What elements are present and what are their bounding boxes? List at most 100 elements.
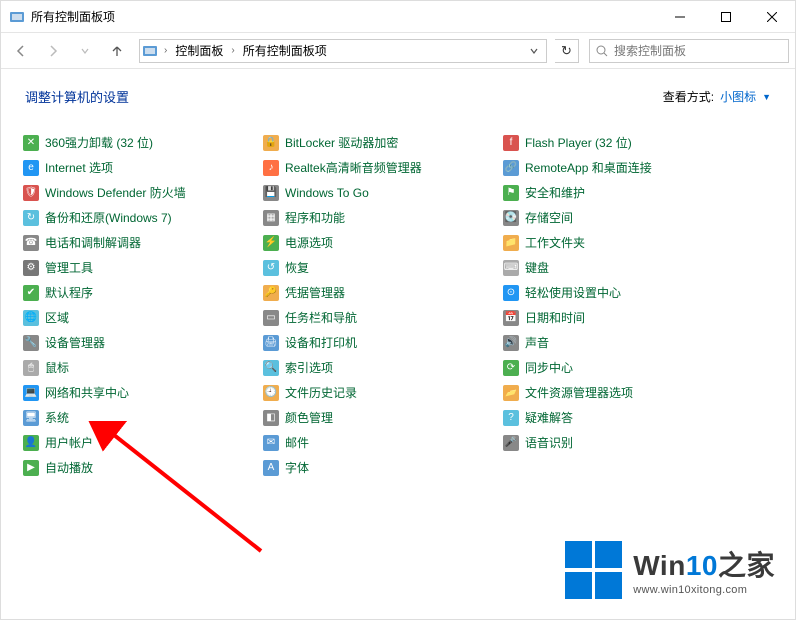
wm-accent: 10 [686, 550, 718, 581]
cp-item-icon: 🔧 [23, 335, 39, 351]
cp-item-label: 凭据管理器 [285, 284, 345, 301]
wm-url: www.win10xitong.com [633, 584, 747, 596]
cp-item[interactable]: 🔒BitLocker 驱动器加密 [261, 130, 501, 155]
cp-item-label: 轻松使用设置中心 [525, 284, 621, 301]
view-value: 小图标 [720, 88, 756, 105]
cp-item-icon: 📁 [503, 235, 519, 251]
window-title: 所有控制面板项 [31, 8, 115, 25]
cp-item[interactable]: ▶自动播放 [21, 455, 261, 480]
address-bar[interactable]: › 控制面板 › 所有控制面板项 [139, 39, 547, 63]
cp-item[interactable]: ▭任务栏和导航 [261, 305, 501, 330]
cp-item[interactable]: 🕘文件历史记录 [261, 380, 501, 405]
cp-item[interactable]: ⚡电源选项 [261, 230, 501, 255]
cp-item-label: 用户帐户 [45, 434, 93, 451]
forward-button[interactable] [39, 37, 67, 65]
minimize-button[interactable] [657, 1, 703, 32]
cp-item-icon: f [503, 135, 519, 151]
cp-item[interactable]: 🔊声音 [501, 330, 741, 355]
cp-item-label: 颜色管理 [285, 409, 333, 426]
cp-item[interactable]: ◧颜色管理 [261, 405, 501, 430]
up-button[interactable] [103, 37, 131, 65]
cp-item[interactable]: 💾Windows To Go [261, 180, 501, 205]
search-box[interactable]: 搜索控制面板 [589, 39, 789, 63]
breadcrumb-seg-2[interactable]: 所有控制面板项 [241, 42, 329, 59]
cp-item-icon: 🔑 [263, 285, 279, 301]
cp-item[interactable]: 💻网络和共享中心 [21, 380, 261, 405]
cp-item[interactable]: ☎ 电话和调制解调器 [21, 230, 261, 255]
address-dropdown[interactable] [524, 47, 544, 55]
cp-item-icon: 📅 [503, 310, 519, 326]
cp-item[interactable]: ⊙轻松使用设置中心 [501, 280, 741, 305]
cp-item[interactable]: 📂文件资源管理器选项 [501, 380, 741, 405]
view-mode[interactable]: 查看方式: 小图标 ▼ [663, 88, 771, 105]
control-panel-icon [9, 9, 25, 25]
refresh-button[interactable]: ↻ [555, 39, 579, 63]
cp-item-icon: 🖱 [23, 360, 39, 376]
navbar: › 控制面板 › 所有控制面板项 ↻ 搜索控制面板 [1, 33, 795, 69]
cp-item[interactable]: ↻备份和还原(Windows 7) [21, 205, 261, 230]
cp-item-icon: ☎ [23, 235, 39, 251]
cp-item[interactable]: A字体 [261, 455, 501, 480]
cp-item-label: 安全和维护 [525, 184, 585, 201]
cp-item[interactable]: ✔默认程序 [21, 280, 261, 305]
cp-item-label: 程序和功能 [285, 209, 345, 226]
title-left: 所有控制面板项 [9, 8, 115, 25]
wm-suffix: 之家 [718, 550, 775, 581]
cp-item-label: BitLocker 驱动器加密 [285, 134, 398, 151]
cp-item-icon: 👤 [23, 435, 39, 451]
cp-item[interactable]: 🎤语音识别 [501, 430, 741, 455]
recent-dropdown[interactable] [71, 37, 99, 65]
cp-item[interactable]: ⟳同步中心 [501, 355, 741, 380]
cp-item[interactable]: fFlash Player (32 位) [501, 130, 741, 155]
cp-item-label: Realtek高清晰音频管理器 [285, 159, 422, 176]
breadcrumb-seg-1[interactable]: 控制面板 [173, 42, 225, 59]
cp-item-icon: ✉ [263, 435, 279, 451]
cp-item-label: 360强力卸载 (32 位) [45, 134, 153, 151]
cp-item-icon: ♪ [263, 160, 279, 176]
page-title: 调整计算机的设置 [25, 87, 129, 106]
cp-item-label: RemoteApp 和桌面连接 [525, 159, 652, 176]
cp-item[interactable]: ✉ 邮件 [261, 430, 501, 455]
cp-item[interactable]: 🖱鼠标 [21, 355, 261, 380]
cp-item[interactable]: e Internet 选项 [21, 155, 261, 180]
cp-item[interactable]: ⌨键盘 [501, 255, 741, 280]
cp-item-icon: 🖨 [263, 335, 279, 351]
cp-item-icon: e [23, 160, 39, 176]
cp-item[interactable]: ✕360强力卸载 (32 位) [21, 130, 261, 155]
cp-item-icon: A [263, 460, 279, 476]
cp-item[interactable]: ?疑难解答 [501, 405, 741, 430]
cp-item[interactable]: 🖨设备和打印机 [261, 330, 501, 355]
cp-item[interactable]: ♪ Realtek高清晰音频管理器 [261, 155, 501, 180]
cp-item-label: 默认程序 [45, 284, 93, 301]
cp-item-label: Windows Defender 防火墙 [45, 184, 186, 201]
cp-item-icon: 🕘 [263, 385, 279, 401]
cp-item-label: 声音 [525, 334, 549, 351]
cp-item[interactable]: 🖥系统 [21, 405, 261, 430]
cp-item-label: 电话和调制解调器 [45, 234, 141, 251]
cp-item[interactable]: 👤 用户帐户 [21, 430, 261, 455]
view-label: 查看方式: [663, 88, 714, 105]
cp-item[interactable]: ▦程序和功能 [261, 205, 501, 230]
cp-item-icon: ▶ [23, 460, 39, 476]
cp-item-icon: 💻 [23, 385, 39, 401]
cp-item[interactable]: 🔑 凭据管理器 [261, 280, 501, 305]
close-button[interactable] [749, 1, 795, 32]
cp-item[interactable]: 🔍索引选项 [261, 355, 501, 380]
cp-item[interactable]: ↺恢复 [261, 255, 501, 280]
cp-item[interactable]: ⚑安全和维护 [501, 180, 741, 205]
maximize-button[interactable] [703, 1, 749, 32]
cp-item[interactable]: 🔗RemoteApp 和桌面连接 [501, 155, 741, 180]
cp-item[interactable]: 📅日期和时间 [501, 305, 741, 330]
cp-item-label: 邮件 [285, 434, 309, 451]
cp-item[interactable]: 📁工作文件夹 [501, 230, 741, 255]
cp-item[interactable]: 🌐区域 [21, 305, 261, 330]
cp-item-label: 存储空间 [525, 209, 573, 226]
cp-item[interactable]: ⚙管理工具 [21, 255, 261, 280]
cp-item-label: Internet 选项 [45, 159, 113, 176]
cp-item[interactable]: 🔧设备管理器 [21, 330, 261, 355]
back-button[interactable] [7, 37, 35, 65]
cp-item-label: Windows To Go [285, 186, 369, 200]
cp-item[interactable]: 💽存储空间 [501, 205, 741, 230]
cp-item-icon: ? [503, 410, 519, 426]
cp-item[interactable]: 🛡Windows Defender 防火墙 [21, 180, 261, 205]
